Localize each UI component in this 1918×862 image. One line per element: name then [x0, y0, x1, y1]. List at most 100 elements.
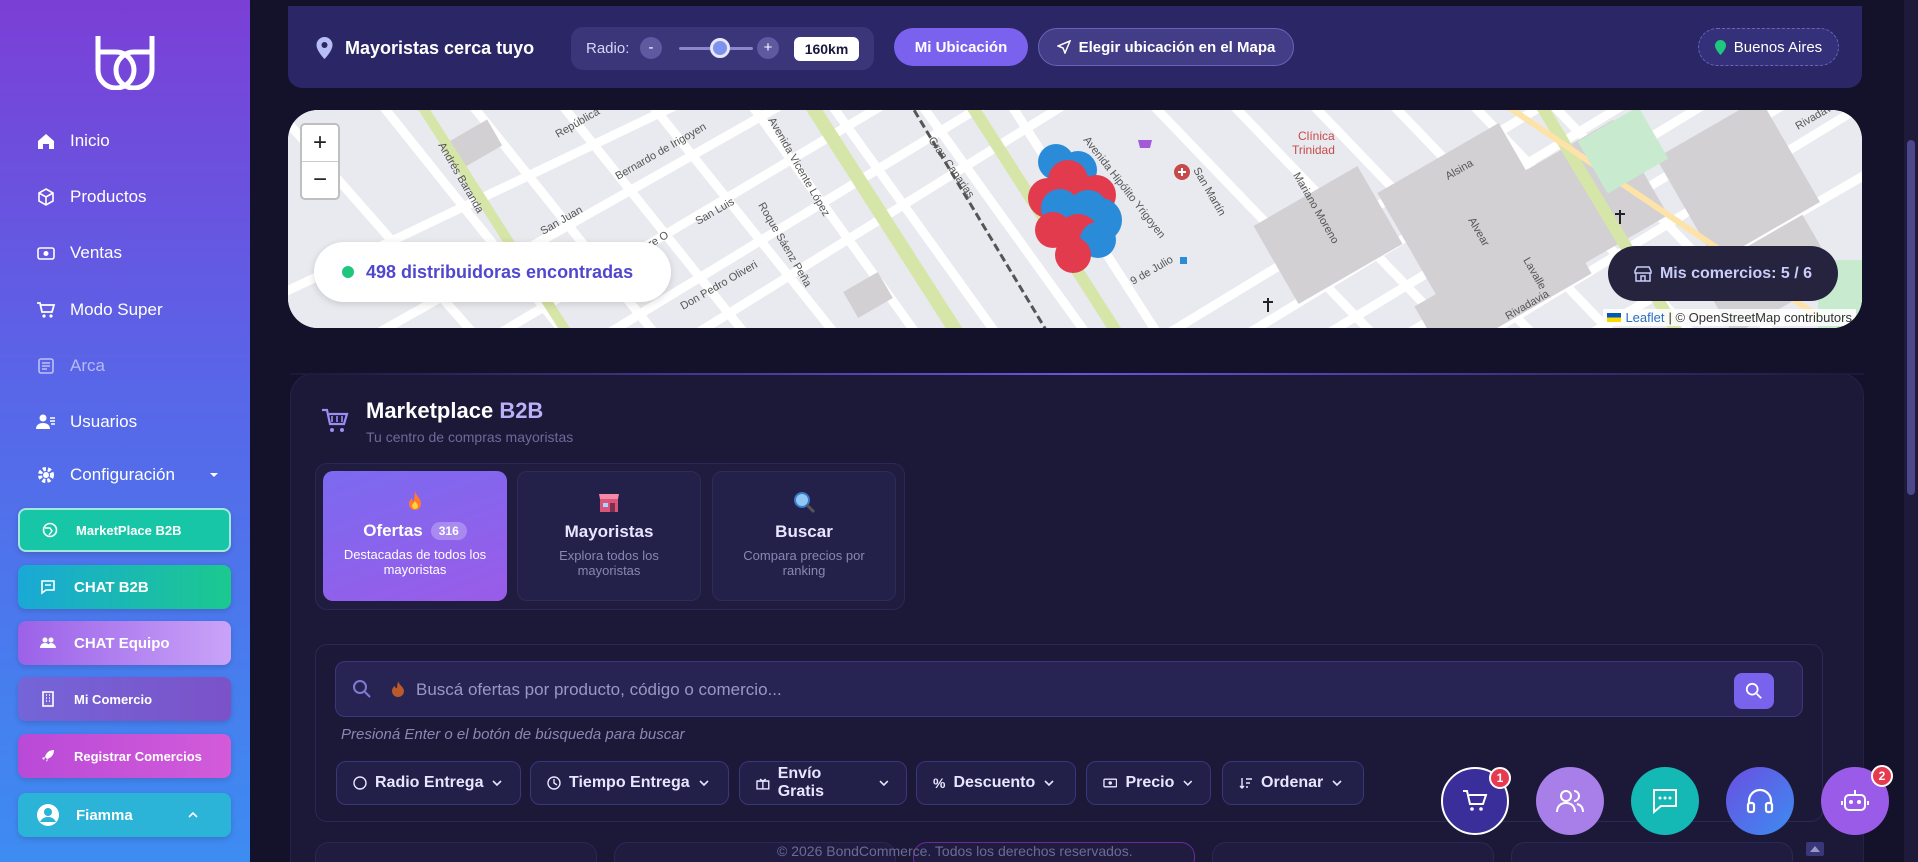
- rocket-icon: [42, 750, 54, 762]
- leaflet-link[interactable]: Leaflet: [1625, 310, 1664, 325]
- nav-ventas[interactable]: Ventas: [36, 243, 122, 263]
- zoom-in-button[interactable]: +: [302, 125, 338, 162]
- cart-icon: [322, 408, 349, 432]
- ukraine-flag-icon: [1607, 313, 1622, 322]
- radius-control: Radio: - + 160km: [571, 27, 874, 70]
- users-icon: [36, 414, 55, 429]
- search-submit-button[interactable]: [1734, 673, 1774, 709]
- team-chat-fab[interactable]: [1536, 767, 1604, 835]
- tab-mayoristas-title: Mayoristas: [564, 522, 654, 541]
- chat-b2b-button[interactable]: CHAT B2B: [18, 565, 231, 609]
- filter-label: Tiempo Entrega: [569, 774, 690, 791]
- choose-on-map-button[interactable]: Elegir ubicación en el Mapa: [1038, 28, 1294, 66]
- registrar-comercios-label: Registrar Comercios: [74, 748, 202, 764]
- support-fab[interactable]: [1726, 767, 1794, 835]
- offer-card[interactable]: [315, 842, 597, 862]
- main-content: Mayoristas cerca tuyo Radio: - + 160km M…: [250, 0, 1918, 862]
- user-avatar-icon: [37, 804, 59, 826]
- store-icon: [599, 494, 619, 512]
- tab-mayoristas-desc: Explora todos los mayoristas: [559, 548, 659, 578]
- filter-precio[interactable]: Precio: [1086, 761, 1211, 805]
- navigation-arrow-icon: [1056, 40, 1071, 54]
- filter-label: Envío Gratis: [777, 765, 824, 800]
- radius-increase-button[interactable]: +: [757, 37, 779, 59]
- percent-icon: %: [933, 775, 946, 791]
- gift-icon: [756, 778, 770, 790]
- nav-inicio[interactable]: Inicio: [36, 131, 110, 151]
- map[interactable]: Avenida Hipólito Yrigoyen Avenida Vicent…: [288, 110, 1862, 328]
- home-icon: [38, 134, 54, 149]
- scrollbar-thumb[interactable]: [1907, 140, 1915, 495]
- chevron-down-icon: [1183, 780, 1193, 787]
- filter-label: Precio: [1125, 774, 1175, 791]
- user-menu-button[interactable]: Fiamma: [18, 793, 231, 837]
- chat-equipo-label: CHAT Equipo: [74, 634, 170, 652]
- distributors-found-text: 498 distribuidoras encontradas: [366, 261, 634, 282]
- sidebar: Inicio Productos Ventas Modo Super Arca …: [0, 0, 250, 862]
- chevron-down-icon: [1044, 780, 1054, 787]
- money-icon: [1103, 778, 1118, 788]
- tab-ofertas[interactable]: Ofertas 316 Destacadas de todos los mayor…: [323, 471, 507, 601]
- chevron-down-icon: [699, 780, 709, 787]
- cart-count-badge: 1: [1489, 767, 1511, 789]
- chat-fab[interactable]: [1631, 767, 1699, 835]
- scroll-up-icon[interactable]: [1806, 842, 1824, 856]
- registrar-comercios-button[interactable]: Registrar Comercios: [18, 734, 231, 778]
- mi-comercio-button[interactable]: Mi Comercio: [18, 677, 231, 721]
- marketplace-b2b-button[interactable]: MarketPlace B2B: [18, 508, 231, 552]
- filter-envio-gratis[interactable]: Envío Gratis: [739, 761, 907, 805]
- map-pin-icon: [1714, 39, 1726, 55]
- map-pin-icon: [316, 37, 333, 59]
- tab-mayoristas[interactable]: Mayoristas Explora todos los mayoristas: [517, 471, 701, 601]
- radius-decrease-button[interactable]: -: [640, 37, 662, 59]
- marketplace-title: Marketplace B2B: [366, 398, 543, 424]
- chat-equipo-button[interactable]: CHAT Equipo: [18, 621, 231, 665]
- zoom-out-button[interactable]: −: [302, 162, 338, 199]
- nav-label: Arca: [70, 356, 105, 375]
- radius-slider-thumb[interactable]: [710, 38, 730, 58]
- chevron-up-icon: [188, 811, 198, 818]
- cart-fab[interactable]: 1: [1441, 767, 1511, 835]
- nav-arca[interactable]: Arca: [36, 356, 105, 376]
- cart-icon: [37, 302, 56, 318]
- my-shops-text: Mis comercios: 5 / 6: [1659, 264, 1813, 282]
- nav-label: Productos: [70, 187, 147, 206]
- chat-icon: [1653, 789, 1677, 815]
- bot-fab[interactable]: 2: [1821, 765, 1893, 835]
- choose-on-map-label: Elegir ubicación en el Mapa: [1078, 38, 1276, 56]
- location-title-text: Mayoristas cerca tuyo: [345, 37, 535, 58]
- nav-configuracion[interactable]: Configuración: [36, 465, 226, 485]
- city-name: Buenos Aires: [1733, 38, 1823, 56]
- footer: © 2026 BondCommerce. Todos los derechos …: [777, 843, 1133, 859]
- tab-buscar[interactable]: Buscar Compara precios por ranking: [712, 471, 896, 601]
- marketplace-subtitle: Tu centro de compras mayoristas: [366, 429, 574, 445]
- city-selector[interactable]: Buenos Aires: [1698, 28, 1839, 66]
- location-bar: Mayoristas cerca tuyo Radio: - + 160km M…: [288, 6, 1862, 88]
- panel-accent-line: [290, 373, 1864, 375]
- filter-radio-entrega[interactable]: Radio Entrega: [336, 761, 521, 805]
- nav-label: Inicio: [70, 131, 110, 150]
- cart-icon: [1463, 790, 1488, 811]
- offer-card[interactable]: [1511, 842, 1793, 862]
- offer-card[interactable]: [1212, 842, 1494, 862]
- nav-modo-super[interactable]: Modo Super: [36, 300, 163, 320]
- nav-usuarios[interactable]: Usuarios: [36, 412, 137, 432]
- filter-tiempo-entrega[interactable]: Tiempo Entrega: [530, 761, 729, 805]
- nav-productos[interactable]: Productos: [36, 187, 147, 207]
- tab-ofertas-title: Ofertas: [363, 521, 423, 540]
- ofertas-count-badge: 316: [430, 522, 467, 540]
- filter-descuento[interactable]: % Descuento: [916, 761, 1076, 805]
- map-attribution: Leaflet | © OpenStreetMap contributors: [1603, 309, 1856, 326]
- team-icon: [1556, 790, 1584, 813]
- chevron-down-icon: [879, 780, 889, 787]
- offers-search-input[interactable]: Buscá ofertas por producto, código o com…: [335, 661, 1803, 717]
- my-location-button[interactable]: Mi Ubicación: [894, 28, 1028, 66]
- distributors-found-badge: 498 distribuidoras encontradas: [314, 242, 671, 302]
- tab-buscar-title: Buscar: [775, 522, 833, 541]
- headphones-icon: [1746, 788, 1774, 814]
- radius-label: Radio:: [586, 40, 630, 57]
- attribution-text: | © OpenStreetMap contributors: [1668, 310, 1853, 325]
- filter-ordenar[interactable]: Ordenar: [1222, 761, 1364, 805]
- my-shops-button[interactable]: Mis comercios: 5 / 6: [1608, 246, 1838, 301]
- robot-icon: [1841, 790, 1869, 811]
